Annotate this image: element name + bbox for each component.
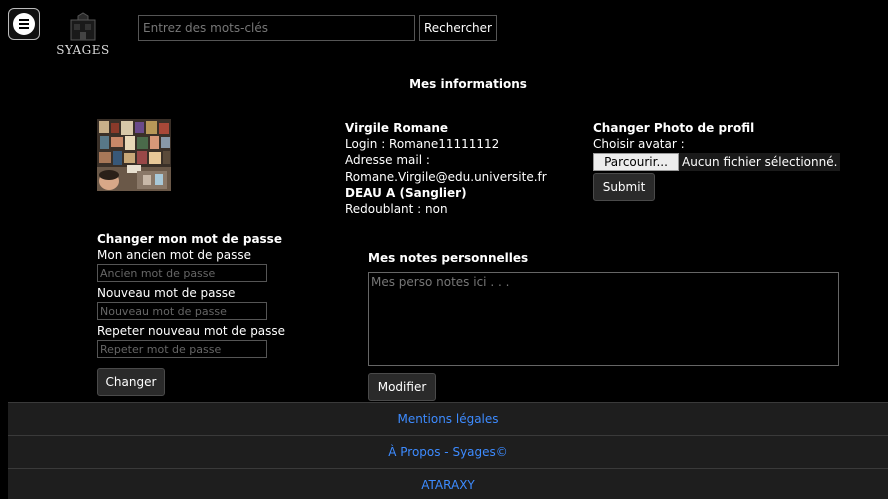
browse-button[interactable]: Parcourir... xyxy=(593,153,679,171)
logo-text: SYAGES xyxy=(56,43,110,57)
avatar xyxy=(97,119,171,191)
user-repeating: Redoublant : non xyxy=(345,202,448,217)
search-button[interactable]: Rechercher xyxy=(419,15,497,41)
photo-title: Changer Photo de profil xyxy=(593,121,755,135)
modify-notes-button[interactable]: Modifier xyxy=(368,373,436,401)
footer-ataraxy-link[interactable]: ATARAXY xyxy=(8,468,888,499)
footer-about-link[interactable]: À Propos - Syages© xyxy=(8,435,888,468)
old-password-label: Mon ancien mot de passe xyxy=(97,248,252,262)
hamburger-menu-icon xyxy=(13,13,35,35)
choose-avatar-label: Choisir avatar : xyxy=(593,137,685,151)
file-status: Aucun fichier sélectionné. xyxy=(679,153,841,171)
user-program: DEAU A (Sanglier) xyxy=(345,185,467,200)
search-input[interactable] xyxy=(138,15,415,41)
user-email-label: Adresse mail : xyxy=(345,153,430,168)
user-email: Romane.Virgile@edu.universite.fr xyxy=(345,169,547,184)
photo-section: Changer Photo de profil Choisir avatar :… xyxy=(593,120,841,201)
password-section: Changer mon mot de passe Mon ancien mot … xyxy=(97,231,287,396)
user-name: Virgile Romane xyxy=(345,121,449,135)
submit-button[interactable]: Submit xyxy=(593,173,655,201)
notes-textarea[interactable] xyxy=(368,272,839,366)
logo-image xyxy=(70,12,96,41)
logo[interactable]: SYAGES xyxy=(56,12,110,60)
repeat-password-input[interactable] xyxy=(97,340,267,358)
file-input[interactable]: Parcourir... Aucun fichier sélectionné. xyxy=(593,153,841,171)
user-info: Virgile Romane Login : Romane11111112 Ad… xyxy=(345,120,547,217)
password-title: Changer mon mot de passe xyxy=(97,232,282,246)
notes-section: Mes notes personnelles Modifier xyxy=(368,250,839,401)
change-password-button[interactable]: Changer xyxy=(97,368,165,396)
user-login: Login : Romane11111112 xyxy=(345,137,500,152)
new-password-input[interactable] xyxy=(97,302,267,320)
notes-title: Mes notes personnelles xyxy=(368,251,529,265)
repeat-password-label: Repeter nouveau mot de passe xyxy=(97,324,286,338)
page-title: Mes informations xyxy=(409,77,527,91)
new-password-label: Nouveau mot de passe xyxy=(97,286,236,300)
footer-legal-link[interactable]: Mentions légales xyxy=(8,402,888,435)
menu-button[interactable] xyxy=(8,8,40,40)
old-password-input[interactable] xyxy=(97,264,267,282)
